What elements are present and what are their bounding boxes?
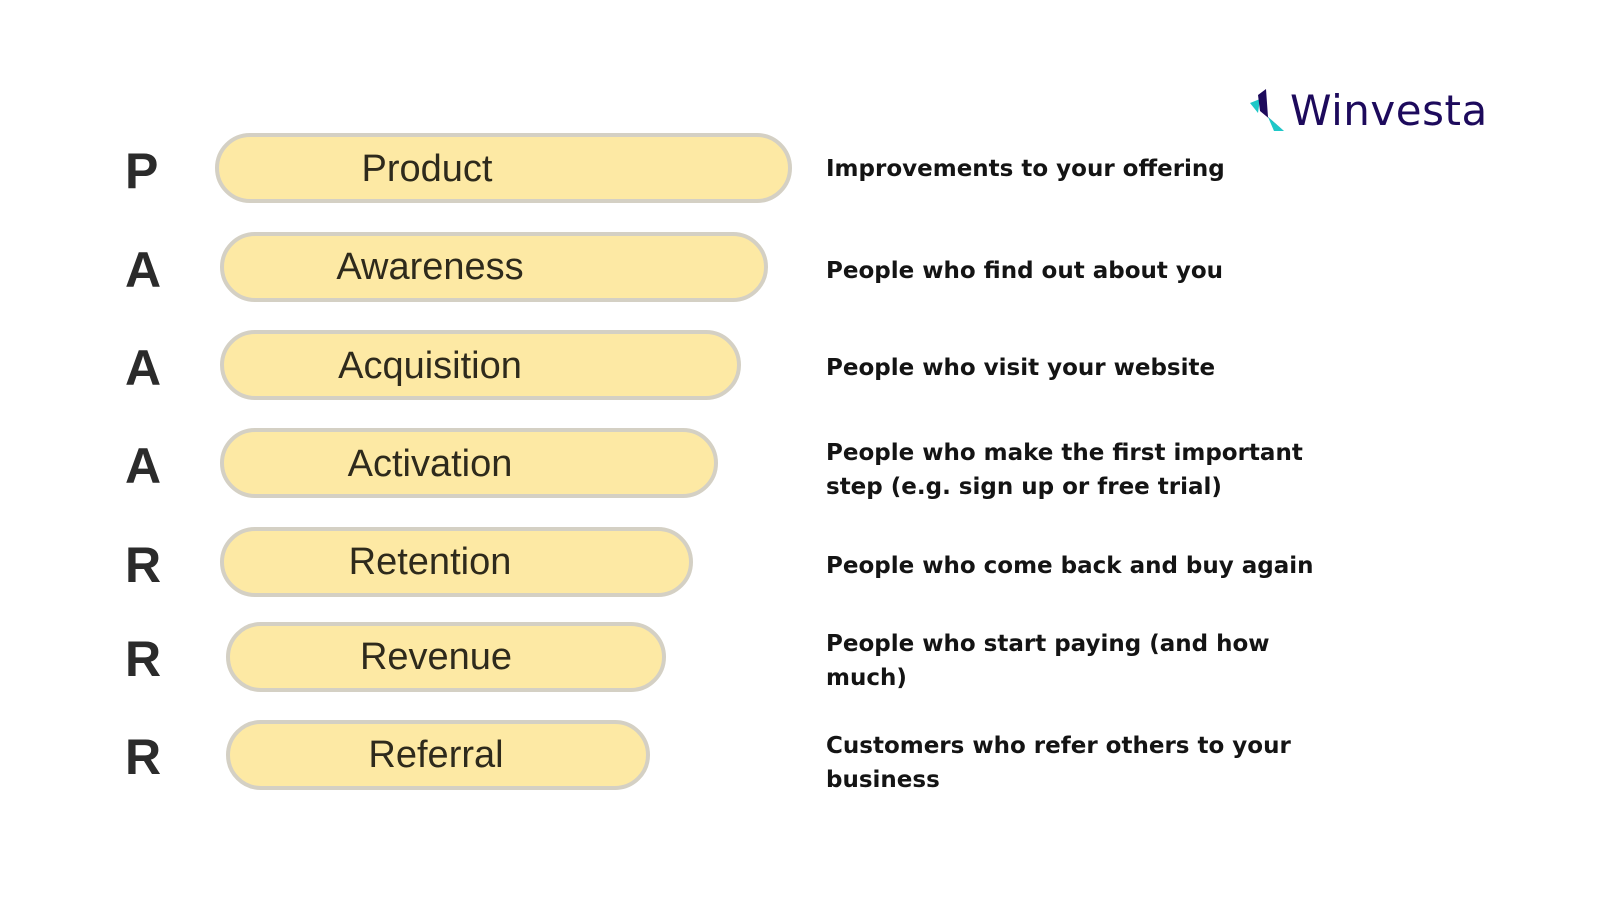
stage-pill — [215, 133, 792, 203]
logo-text: Winvesta — [1290, 86, 1488, 135]
stage-label: Acquisition — [338, 345, 522, 387]
row-letter: P — [125, 143, 159, 199]
stage-description: People who find out about you — [826, 258, 1224, 284]
row-letter: A — [125, 242, 162, 298]
stage-label: Referral — [368, 734, 504, 776]
row-letter: R — [125, 631, 162, 687]
stage-label: Awareness — [336, 246, 524, 288]
row-letter: R — [125, 537, 162, 593]
stage-label: Product — [361, 148, 493, 190]
row-letter: A — [125, 340, 162, 396]
stage-description: People who visit your website — [826, 355, 1216, 381]
stage-description: Customers who refer others to your busin… — [826, 733, 1291, 793]
stage-description: Improvements to your offering — [826, 156, 1225, 182]
bird-logo-icon — [1250, 88, 1284, 131]
stage-description: People who come back and buy again — [826, 553, 1314, 579]
row-letter: A — [125, 438, 162, 494]
winvesta-logo: Winvesta — [1248, 86, 1488, 135]
row-letter: R — [125, 729, 162, 785]
stage-description: People who make the first important step… — [826, 440, 1303, 500]
stage-label: Activation — [347, 443, 513, 485]
stage-label: Revenue — [359, 636, 513, 678]
stage-label: Retention — [348, 541, 512, 583]
stage-description: People who start paying (and how much) — [826, 631, 1270, 691]
